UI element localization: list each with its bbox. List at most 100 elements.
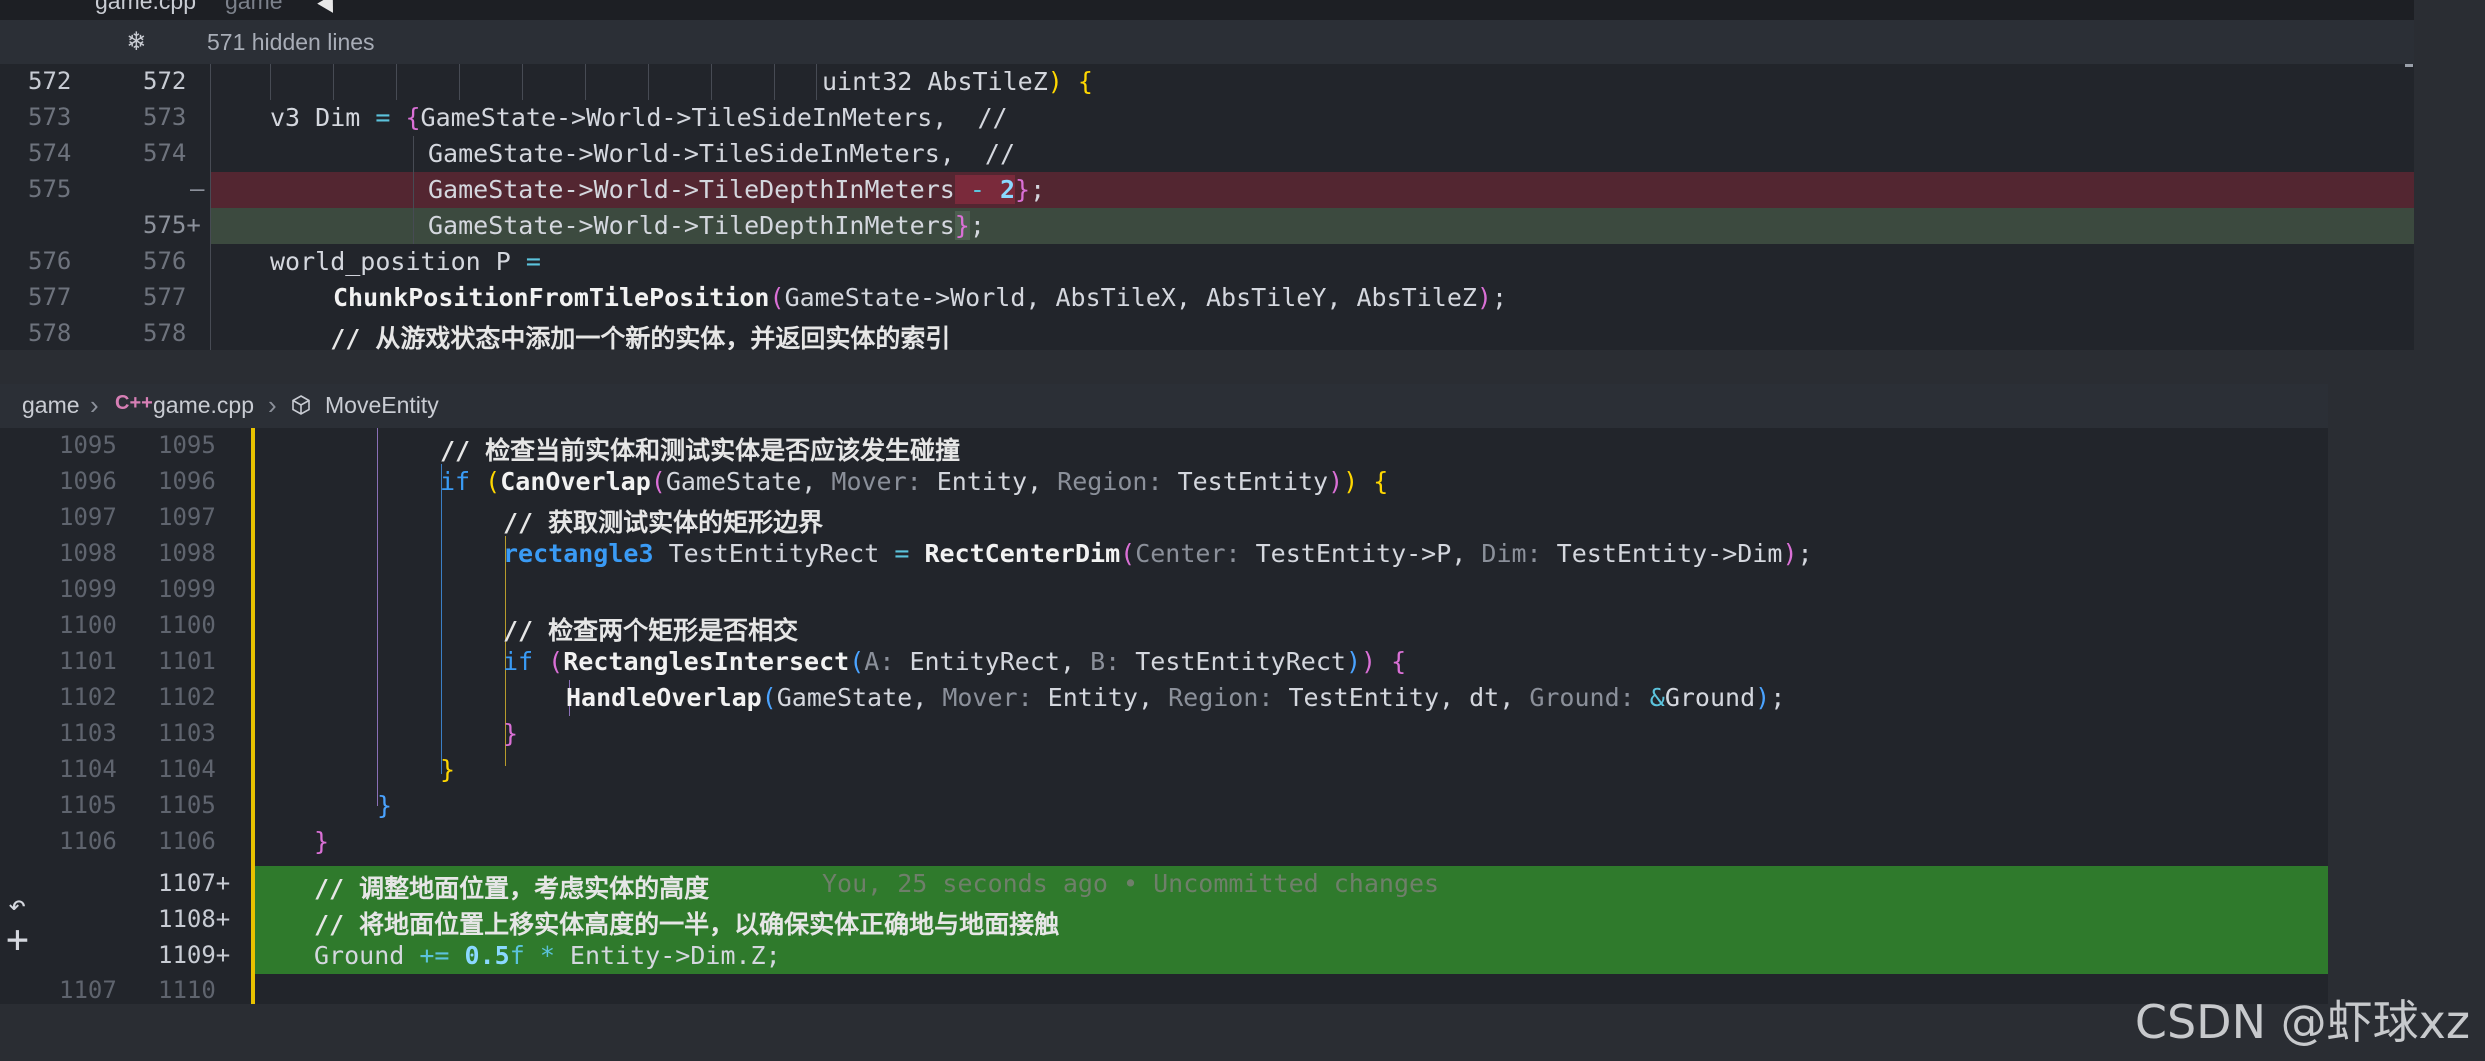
- diff-row: 574 574 GameState->World->TileSideInMete…: [0, 136, 2414, 172]
- code-row: 1102 1102 HandleOverlap(GameState, Mover…: [0, 680, 2328, 716]
- breadcrumb: game › C++ game.cpp › MoveEntity: [0, 384, 2328, 428]
- indent-guide: [270, 64, 271, 100]
- code-row: 1103 1103 }: [0, 716, 2328, 752]
- breadcrumb-symbol[interactable]: MoveEntity: [325, 392, 439, 419]
- code-line: HandleOverlap(GameState, Mover: Entity, …: [566, 683, 1786, 712]
- old-line-number: 1102: [59, 683, 117, 711]
- new-line-number: 572: [143, 67, 187, 95]
- old-line-number: 1105: [59, 791, 117, 819]
- param-hint: A:: [864, 647, 895, 676]
- code-row: 1105 1105 }: [0, 788, 2328, 824]
- removed-marker: —: [190, 175, 205, 203]
- plus-icon[interactable]: +: [6, 917, 29, 961]
- code-comment: // 获取测试实体的矩形边界: [503, 508, 824, 537]
- code-comment: // 将地面位置上移实体高度的一半，以确保实体正确地与地面接触: [314, 910, 1060, 939]
- code-line: uint32 AbsTileZ) {: [822, 67, 1093, 96]
- code-line: ChunkPositionFromTilePosition(GameState-…: [333, 283, 1508, 312]
- old-line-number: 572: [28, 67, 72, 95]
- peek-tab-sub: game: [225, 0, 283, 14]
- old-line-number: 1103: [59, 719, 117, 747]
- old-line-number: 1101: [59, 647, 117, 675]
- peek-tab-strip: game.cpp game: [0, 0, 2414, 20]
- code-line: if (RectanglesIntersect(A: EntityRect, B…: [503, 647, 1407, 676]
- param-hint: Dim:: [1481, 539, 1542, 568]
- diff-row-removed: 575 — GameState->World->TileDepthInMeter…: [0, 172, 2414, 208]
- breadcrumb-folder[interactable]: game: [22, 392, 80, 419]
- indent-guide: [413, 136, 414, 244]
- snowflake-icon[interactable]: ❄: [128, 24, 145, 57]
- new-line-number: 575+: [143, 211, 201, 239]
- param-hint: Center:: [1135, 539, 1241, 568]
- closing-brace: }: [503, 719, 519, 748]
- old-line-number: 575: [28, 175, 72, 203]
- param-hint: Mover:: [831, 467, 922, 496]
- diff-row: 578 578 // 从游戏状态中添加一个新的实体，并返回实体的索引: [0, 316, 2414, 350]
- method-cube-icon: [292, 395, 310, 415]
- old-line-number: 578: [28, 319, 72, 347]
- new-line-number: 1101: [158, 647, 216, 675]
- indent-guide: [774, 64, 775, 100]
- git-blame-annotation: You, 25 seconds ago • Uncommitted change…: [822, 869, 1440, 898]
- new-line-number: 1099: [158, 575, 216, 603]
- param-hint: Mover:: [942, 683, 1033, 712]
- new-line-number: 576: [143, 247, 187, 275]
- code-row-added: 1109+ Ground += 0.5f * Entity->Dim.Z;: [0, 938, 2328, 974]
- code-row-added: 1107+ // 调整地面位置，考虑实体的高度 You, 25 seconds …: [0, 866, 2328, 903]
- diff-row: 572 572 uint32 AbsTileZ) {: [0, 64, 2414, 100]
- old-line-number: 1107: [59, 976, 117, 1004]
- code-row-added: 1108+ // 将地面位置上移实体高度的一半，以确保实体正确地与地面接触: [0, 902, 2328, 939]
- code-row: 1101 1101 if (RectanglesIntersect(A: Ent…: [0, 644, 2328, 680]
- diff-row-added: 575+ GameState->World->TileDepthInMeters…: [0, 208, 2414, 244]
- new-line-number: 1097: [158, 503, 216, 531]
- indent-guide: [396, 64, 397, 100]
- indent-guide: [648, 64, 649, 100]
- closing-brace: }: [440, 755, 456, 784]
- new-line-number: 1096: [158, 467, 216, 495]
- hidden-lines-label[interactable]: 571 hidden lines: [207, 29, 375, 56]
- param-hint: B:: [1090, 647, 1121, 676]
- code-line: rectangle3 TestEntityRect = RectCenterDi…: [503, 539, 1813, 568]
- code-row: 1107 1110: [0, 976, 2328, 1004]
- old-line-number: 1100: [59, 611, 117, 639]
- inline-diff-peek: game.cpp game ❄ 571 hidden lines 572 572…: [0, 0, 2414, 350]
- code-line: world_position P =: [270, 247, 541, 276]
- indent-guide: [333, 64, 334, 100]
- indent-guide: [522, 64, 523, 100]
- indent-guide: [711, 64, 712, 100]
- new-line-number: 574: [143, 139, 187, 167]
- old-line-number: 1099: [59, 575, 117, 603]
- new-line-number: 1100: [158, 611, 216, 639]
- new-line-number: 1095: [158, 431, 216, 459]
- indent-guide: [210, 64, 211, 350]
- new-line-number: 1098: [158, 539, 216, 567]
- code-comment: // 从游戏状态中添加一个新的实体，并返回实体的索引: [270, 324, 951, 350]
- old-line-number: 576: [28, 247, 72, 275]
- new-line-number: 573: [143, 103, 187, 131]
- param-hint: Region:: [1168, 683, 1274, 712]
- old-line-number: 577: [28, 283, 72, 311]
- code-row: 1106 1106 }: [0, 824, 2328, 860]
- watermark: CSDN @虾球xz: [2134, 995, 2470, 1049]
- scrollbar-marker[interactable]: [2405, 64, 2413, 67]
- old-line-number: 573: [28, 103, 72, 131]
- param-hint: Region:: [1057, 467, 1163, 496]
- new-line-number: 1107+: [158, 869, 231, 897]
- diff-row: 576 576 world_position P =: [0, 244, 2414, 280]
- peek-tab-label[interactable]: game.cpp: [95, 0, 196, 15]
- old-line-number: 1097: [59, 503, 117, 531]
- new-line-number: 1106: [158, 827, 216, 855]
- closing-brace: }: [314, 827, 330, 856]
- code-row: 1097 1097 // 获取测试实体的矩形边界: [0, 500, 2328, 537]
- code-line: Ground += 0.5f * Entity->Dim.Z;: [314, 941, 781, 970]
- new-line-number: 1109+: [158, 941, 231, 969]
- cpp-file-icon: C++: [115, 392, 153, 414]
- diff-row: 577 577 ChunkPositionFromTilePosition(Ga…: [0, 280, 2414, 316]
- code-row: 1100 1100 // 检查两个矩形是否相交: [0, 608, 2328, 645]
- old-line-number: 1096: [59, 467, 117, 495]
- code-row: 1104 1104 }: [0, 752, 2328, 788]
- breadcrumb-file[interactable]: game.cpp: [153, 392, 254, 419]
- code-row: 1096 1096 if (CanOverlap(GameState, Move…: [0, 464, 2328, 500]
- code-row: 1095 1095 // 检查当前实体和测试实体是否应该发生碰撞: [0, 428, 2328, 465]
- new-line-number: 1102: [158, 683, 216, 711]
- chevron-right-icon: ›: [90, 390, 99, 420]
